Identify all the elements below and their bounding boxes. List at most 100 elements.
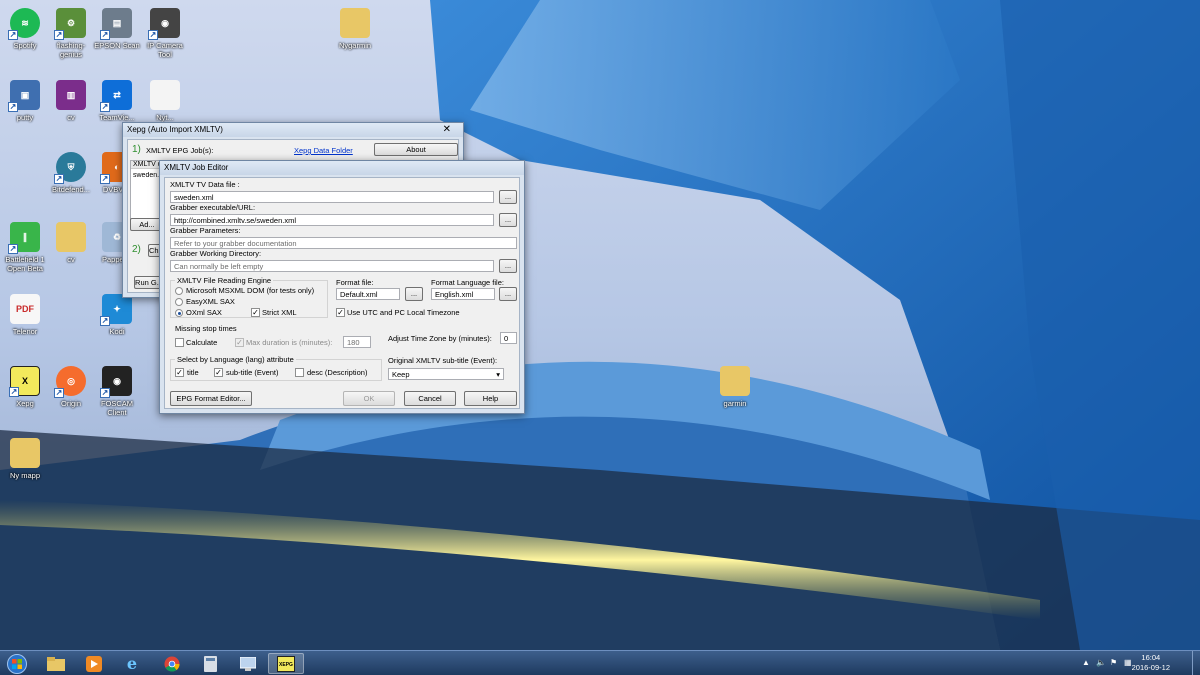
desktop-icon-new-file[interactable]: Nyt... bbox=[140, 80, 190, 122]
desktop-icon-epson-scan[interactable]: ▤ ↗ EPSON Scan bbox=[92, 8, 142, 50]
format-language-input[interactable]: English.xml bbox=[431, 288, 495, 300]
engine-msxml-radio[interactable] bbox=[175, 287, 183, 295]
epg-jobs-label: XMLTV EPG Job(s): bbox=[146, 146, 214, 155]
epg-format-editor-button[interactable]: EPG Format Editor... bbox=[170, 391, 252, 406]
format-file-input[interactable]: Default.xml bbox=[336, 288, 400, 300]
taskbar-chrome[interactable] bbox=[154, 653, 190, 674]
desktop-icon-cv-archive[interactable]: ▥ cv bbox=[46, 80, 96, 122]
camera-icon: ◉ ↗ bbox=[148, 8, 180, 40]
lang-title-checkbox[interactable]: ✓ bbox=[175, 368, 184, 377]
window-title: Xepg (Auto Import XMLTV) bbox=[127, 125, 223, 134]
putty-icon: ▣ ↗ bbox=[8, 80, 40, 112]
chevron-down-icon: ▾ bbox=[496, 370, 500, 379]
tv-data-file-input[interactable]: sweden.xml bbox=[170, 191, 494, 203]
icon-label: cv bbox=[67, 113, 75, 122]
window-title: XMLTV Job Editor bbox=[164, 163, 229, 172]
start-button[interactable] bbox=[0, 653, 34, 674]
orig-subtitle-select[interactable]: Keep ▾ bbox=[388, 368, 504, 380]
lang-title-label: title bbox=[187, 368, 199, 377]
desktop-icon-telenor[interactable]: PDF Telenor bbox=[0, 294, 50, 336]
engine-label: XMLTV File Reading Engine bbox=[175, 276, 274, 285]
desktop-icon-kodi[interactable]: ✦ ↗ Kodi bbox=[92, 294, 142, 336]
help-button[interactable]: Help bbox=[464, 391, 517, 406]
lang-desc-label: desc (Description) bbox=[307, 368, 368, 377]
job-editor-window: XMLTV Job Editor XMLTV TV Data file : sw… bbox=[159, 160, 525, 414]
folder-icon bbox=[47, 656, 65, 671]
foscam-icon: ◉ ↗ bbox=[100, 366, 132, 398]
format-language-browse-button[interactable]: ... bbox=[499, 287, 517, 301]
show-desktop-button[interactable] bbox=[1192, 651, 1200, 675]
desktop-icon-spotify[interactable]: ≋ ↗ Spotify bbox=[0, 8, 50, 50]
icon-label: garmin bbox=[723, 399, 747, 408]
format-file-browse-button[interactable]: ... bbox=[405, 287, 423, 301]
lang-desc-checkbox[interactable] bbox=[295, 368, 304, 377]
flashing-genius-icon: ⚙ ↗ bbox=[54, 8, 86, 40]
desktop-icon-putty[interactable]: ▣ ↗ putty bbox=[0, 80, 50, 122]
desktop-icon-bitdefender[interactable]: ⛨ ↗ Bitdefend... bbox=[46, 152, 96, 194]
job-editor-titlebar[interactable]: XMLTV Job Editor bbox=[160, 161, 524, 175]
xepg-icon: XEPG bbox=[277, 655, 295, 672]
lang-subtitle-checkbox[interactable]: ✓ bbox=[214, 368, 223, 377]
remote-desktop-icon bbox=[240, 656, 256, 671]
desktop-icon-battlefield[interactable]: ∥ ↗ Battlefield 1 Open Beta bbox=[0, 222, 50, 273]
missing-stop-label: Missing stop times bbox=[175, 324, 237, 333]
desktop-icon-garmin[interactable]: garmin bbox=[710, 366, 760, 408]
taskbar-xepg[interactable]: XEPG bbox=[268, 653, 304, 674]
taskbar-internet-explorer[interactable]: e bbox=[114, 653, 150, 674]
grabber-browse-button[interactable]: ... bbox=[499, 213, 517, 227]
strict-xml-checkbox[interactable]: ✓ bbox=[251, 308, 260, 317]
desktop-icon-xepg[interactable]: X ↗ Xepg bbox=[0, 366, 50, 408]
desktop-icon-ip-camera-tool[interactable]: ◉ ↗ IP Camera Tool bbox=[140, 8, 190, 59]
clock[interactable]: 16:04 2016-09-12 bbox=[1132, 653, 1170, 673]
desktop-icon-ny-mapp[interactable]: Ny mapp bbox=[0, 438, 50, 480]
max-duration-checkbox[interactable]: ✓ bbox=[235, 338, 244, 347]
icon-label: Battlefield 1 Open Beta bbox=[5, 255, 45, 273]
grabber-input[interactable]: http://combined.xmltv.se/sweden.xml bbox=[170, 214, 494, 226]
document-icon bbox=[150, 80, 180, 110]
grabber-params-input[interactable]: Refer to your grabber documentation bbox=[170, 237, 517, 249]
adjust-timezone-input[interactable]: 0 bbox=[500, 332, 517, 344]
orig-subtitle-value: Keep bbox=[392, 370, 410, 379]
icon-label: Spotify bbox=[13, 41, 37, 50]
engine-easyxml-radio[interactable] bbox=[175, 298, 183, 306]
ok-button[interactable]: OK bbox=[343, 391, 395, 406]
desktop-icon-origin[interactable]: ◎ ↗ Origin bbox=[46, 366, 96, 408]
engine-oxml-label: OXml SAX bbox=[186, 308, 222, 317]
teamviewer-icon: ⇄ ↗ bbox=[100, 80, 132, 112]
volume-icon[interactable]: 🔈 bbox=[1096, 658, 1106, 667]
close-icon[interactable]: ✕ bbox=[443, 123, 451, 137]
desktop-icon-cv-folder[interactable]: cv bbox=[46, 222, 96, 264]
lang-subtitle-label: sub-title (Event) bbox=[226, 368, 279, 377]
job-editor-body: XMLTV TV Data file : sweden.xml ... Grab… bbox=[164, 177, 520, 409]
engine-oxml-radio[interactable] bbox=[175, 309, 183, 317]
data-folder-link[interactable]: Xepg Data Folder bbox=[294, 146, 353, 155]
tv-data-file-label: XMLTV TV Data file : bbox=[170, 180, 240, 189]
network-icon[interactable]: ▦ bbox=[1124, 658, 1132, 667]
icon-label: Telenor bbox=[12, 327, 38, 336]
calculator-icon bbox=[203, 655, 217, 672]
calculate-checkbox[interactable] bbox=[175, 338, 184, 347]
max-duration-input[interactable]: 180 bbox=[343, 336, 371, 348]
utc-checkbox[interactable]: ✓ bbox=[336, 308, 345, 317]
taskbar-calculator[interactable] bbox=[192, 653, 228, 674]
desktop-icon-nygarmin[interactable]: Nygarmin bbox=[330, 8, 380, 50]
workdir-browse-button[interactable]: ... bbox=[499, 259, 517, 273]
desktop-icon-teamviewer[interactable]: ⇄ ↗ TeamVie... bbox=[92, 80, 142, 122]
workdir-input[interactable]: Can normally be left empty bbox=[170, 260, 494, 272]
taskbar-remote-desktop[interactable] bbox=[230, 653, 266, 674]
taskbar-media-player[interactable] bbox=[76, 653, 112, 674]
show-hidden-icons[interactable]: ▲ bbox=[1082, 658, 1090, 667]
taskbar: e XEPG ▲ 🔈 ⚑ ▦ 16:04 2016-09-12 bbox=[0, 650, 1200, 675]
about-button[interactable]: About bbox=[374, 143, 458, 156]
archive-icon: ▥ bbox=[56, 80, 86, 110]
icon-label: Bitdefend... bbox=[52, 185, 90, 194]
desktop-icon-foscam[interactable]: ◉ ↗ FOSCAM Client bbox=[92, 366, 142, 417]
cancel-button[interactable]: Cancel bbox=[404, 391, 456, 406]
xepg-main-titlebar[interactable]: Xepg (Auto Import XMLTV) ✕ bbox=[123, 123, 463, 137]
orig-subtitle-label: Original XMLTV sub-title (Event): bbox=[388, 356, 498, 365]
desktop-icon-flashing-genius[interactable]: ⚙ ↗ flashing-genius bbox=[46, 8, 96, 59]
flag-icon[interactable]: ⚑ bbox=[1110, 658, 1117, 667]
tv-data-file-browse-button[interactable]: ... bbox=[499, 190, 517, 204]
language-select-label: Select by Language (lang) attribute bbox=[175, 355, 296, 364]
taskbar-explorer[interactable] bbox=[38, 653, 74, 674]
